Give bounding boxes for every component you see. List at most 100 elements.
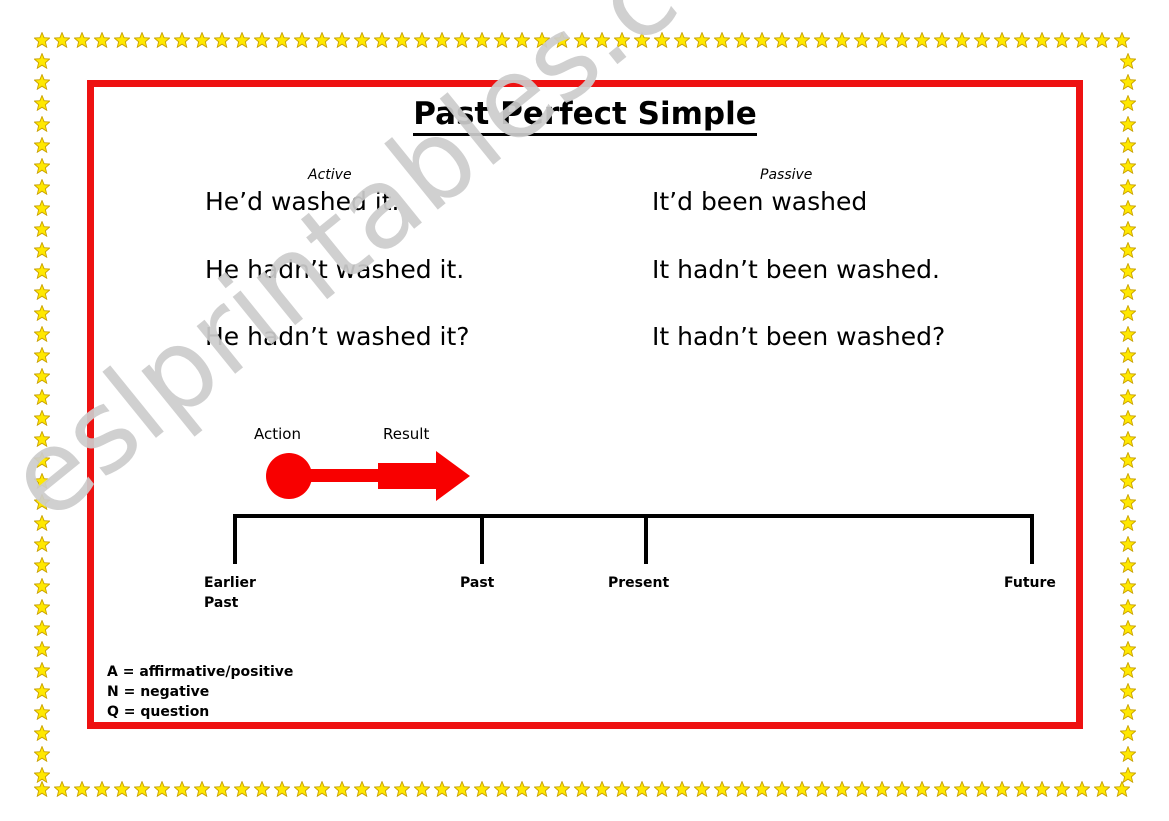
- star-icon: [192, 779, 212, 800]
- star-icon: [32, 114, 52, 135]
- star-icon: [32, 660, 52, 681]
- star-icon: [672, 30, 692, 51]
- star-icon: [1118, 744, 1138, 765]
- star-icon: [32, 156, 52, 177]
- abbreviation-legend: A = affirmative/positive N = negative Q …: [107, 662, 293, 722]
- worksheet-page: Past Perfect Simple Active Passive He’d …: [0, 0, 1169, 821]
- star-icon: [732, 30, 752, 51]
- star-icon: [1032, 779, 1052, 800]
- star-icon: [592, 779, 612, 800]
- star-icon: [112, 30, 132, 51]
- star-border-top: [32, 30, 1132, 51]
- star-icon: [472, 779, 492, 800]
- star-icon: [452, 779, 472, 800]
- star-icon: [252, 30, 272, 51]
- star-icon: [1118, 702, 1138, 723]
- star-icon: [1118, 660, 1138, 681]
- star-icon: [292, 30, 312, 51]
- star-icon: [1118, 303, 1138, 324]
- star-icon: [1118, 429, 1138, 450]
- star-icon: [1118, 681, 1138, 702]
- star-icon: [32, 135, 52, 156]
- star-icon: [1112, 779, 1132, 800]
- star-icon: [512, 779, 532, 800]
- star-icon: [1118, 618, 1138, 639]
- star-icon: [132, 30, 152, 51]
- passive-affirmative-sentence: It’d been washed: [652, 187, 868, 216]
- star-icon: [812, 779, 832, 800]
- star-icon: [772, 779, 792, 800]
- star-icon: [692, 30, 712, 51]
- legend-line-affirmative: A = affirmative/positive: [107, 664, 294, 680]
- star-icon: [372, 779, 392, 800]
- star-icon: [1118, 576, 1138, 597]
- star-icon: [792, 30, 812, 51]
- star-icon: [332, 779, 352, 800]
- star-border-right: [1118, 51, 1138, 786]
- star-icon: [1118, 198, 1138, 219]
- star-icon: [352, 30, 372, 51]
- star-icon: [32, 513, 52, 534]
- star-icon: [572, 779, 592, 800]
- star-icon: [1118, 471, 1138, 492]
- star-icon: [1118, 177, 1138, 198]
- star-icon: [692, 779, 712, 800]
- timeline-label-earlier-past-line1: Earlier: [204, 575, 256, 591]
- star-icon: [112, 779, 132, 800]
- star-icon: [1118, 93, 1138, 114]
- star-icon: [32, 779, 52, 800]
- star-icon: [32, 177, 52, 198]
- star-icon: [952, 30, 972, 51]
- star-icon: [32, 198, 52, 219]
- star-icon: [752, 779, 772, 800]
- star-icon: [32, 324, 52, 345]
- star-icon: [812, 30, 832, 51]
- star-icon: [92, 779, 112, 800]
- star-icon: [32, 30, 52, 51]
- star-icon: [392, 779, 412, 800]
- star-border-left: [32, 51, 52, 786]
- timeline-label-past: Past: [460, 575, 495, 591]
- star-icon: [1072, 30, 1092, 51]
- star-icon: [1118, 723, 1138, 744]
- star-icon: [1118, 408, 1138, 429]
- star-icon: [872, 779, 892, 800]
- action-label: Action: [254, 425, 301, 443]
- star-icon: [172, 779, 192, 800]
- star-icon: [732, 779, 752, 800]
- action-dot-icon: [266, 453, 312, 499]
- active-question-sentence: He hadn’t washed it?: [205, 322, 470, 351]
- star-icon: [1072, 779, 1092, 800]
- star-icon: [432, 779, 452, 800]
- star-icon: [272, 30, 292, 51]
- star-icon: [532, 779, 552, 800]
- star-icon: [32, 765, 52, 786]
- active-column-header: Active: [308, 167, 352, 183]
- star-icon: [552, 779, 572, 800]
- timeline-label-future: Future: [1004, 575, 1056, 591]
- star-icon: [32, 345, 52, 366]
- star-icon: [972, 779, 992, 800]
- star-icon: [1032, 30, 1052, 51]
- star-icon: [512, 30, 532, 51]
- star-icon: [872, 30, 892, 51]
- content-frame: Past Perfect Simple Active Passive He’d …: [87, 80, 1083, 729]
- star-icon: [232, 779, 252, 800]
- star-icon: [1118, 492, 1138, 513]
- timeline-axis: [233, 514, 1034, 518]
- star-icon: [32, 639, 52, 660]
- action-result-connector: [308, 469, 382, 482]
- star-icon: [52, 779, 72, 800]
- star-icon: [1112, 30, 1132, 51]
- star-icon: [652, 30, 672, 51]
- star-icon: [852, 30, 872, 51]
- star-icon: [32, 261, 52, 282]
- star-icon: [312, 779, 332, 800]
- star-icon: [32, 51, 52, 72]
- page-title-text: Past Perfect Simple: [413, 96, 757, 136]
- star-icon: [992, 30, 1012, 51]
- timeline-tick-past: [480, 514, 484, 564]
- star-icon: [32, 597, 52, 618]
- timeline-tick-present: [644, 514, 648, 564]
- star-icon: [1118, 366, 1138, 387]
